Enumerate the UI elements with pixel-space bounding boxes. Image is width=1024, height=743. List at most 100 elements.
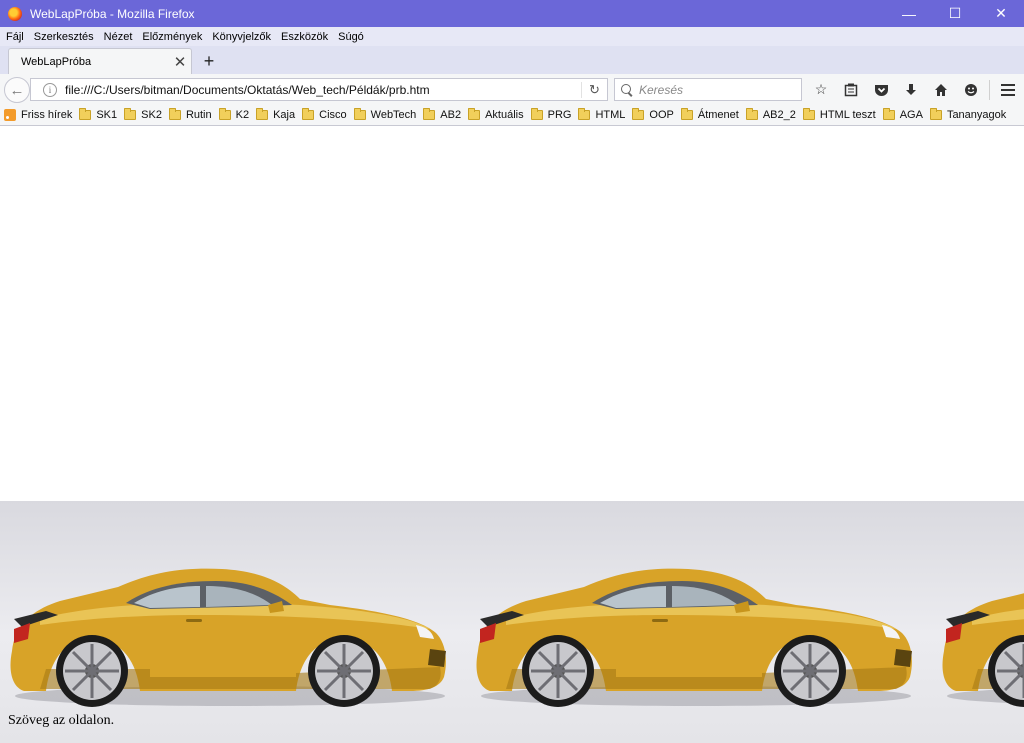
back-button[interactable]: ←: [4, 77, 30, 103]
car-image: [0, 501, 466, 743]
bookmark-label: K2: [235, 108, 250, 121]
folder-icon: [302, 107, 315, 120]
bookmarks-toolbar: Friss hírek SK1 SK2 Rutin K2 Kaja Cisco …: [0, 104, 1024, 126]
menu-edit[interactable]: Szerkesztés: [34, 31, 94, 43]
bookmark-folder[interactable]: Tananyagok: [929, 107, 1007, 121]
bookmark-folder[interactable]: SK1: [79, 107, 118, 121]
search-bar[interactable]: [614, 78, 802, 101]
menu-tools[interactable]: Eszközök: [281, 31, 328, 43]
bookmark-folder[interactable]: AGA: [882, 107, 923, 121]
page-text: Szöveg az oldalon.: [8, 713, 115, 728]
menu-bar: Fájl Szerkesztés Nézet Előzmények Könyvj…: [0, 27, 1024, 46]
bookmark-folder[interactable]: OOP: [632, 107, 674, 121]
folder-icon: [929, 107, 942, 120]
bookmark-label: SK2: [141, 108, 162, 121]
home-icon[interactable]: [926, 78, 956, 101]
firefox-logo-icon: [8, 6, 22, 21]
folder-icon: [353, 107, 366, 120]
close-window-button[interactable]: ✕: [978, 0, 1024, 27]
bookmark-star-icon[interactable]: ☆: [806, 78, 836, 101]
bookmark-folder[interactable]: HTML: [578, 107, 626, 121]
bookmark-label: PRG: [547, 108, 572, 121]
car-banner: [0, 501, 1024, 743]
folder-icon: [802, 107, 815, 120]
menu-icon[interactable]: [993, 78, 1023, 101]
bookmark-folder[interactable]: Cisco: [302, 107, 347, 121]
bookmark-folder[interactable]: PRG: [530, 107, 572, 121]
minimize-button[interactable]: —: [886, 0, 932, 27]
navigation-toolbar: i file:///C:/Users/bitman/Documents/Okta…: [0, 74, 1024, 104]
menu-view[interactable]: Nézet: [104, 31, 133, 43]
folder-icon: [423, 107, 436, 120]
folder-icon: [882, 107, 895, 120]
url-bar[interactable]: i file:///C:/Users/bitman/Documents/Okta…: [30, 78, 608, 101]
reload-icon[interactable]: ↻: [581, 81, 607, 98]
bookmark-label: WebTech: [370, 108, 417, 121]
site-info-icon[interactable]: i: [43, 82, 57, 97]
folder-icon: [468, 107, 481, 120]
reading-list-icon[interactable]: [836, 78, 866, 101]
bookmark-label: HTML teszt: [819, 108, 876, 121]
menu-file[interactable]: Fájl: [6, 31, 24, 43]
bookmark-folder[interactable]: HTML teszt: [802, 107, 876, 121]
bookmark-label: Átmenet: [697, 108, 739, 121]
toolbar-icons: ☆: [806, 78, 1023, 101]
tab-close-icon[interactable]: ✕: [169, 53, 191, 71]
folder-icon: [218, 107, 231, 120]
menu-history[interactable]: Előzmények: [142, 31, 202, 43]
folder-icon: [168, 107, 181, 120]
tab-strip: WebLapPróba ✕ +: [0, 46, 1024, 74]
folder-icon: [632, 107, 645, 120]
bookmark-folder[interactable]: Aktuális: [468, 107, 524, 121]
download-icon[interactable]: [896, 78, 926, 101]
bookmark-item[interactable]: Friss hírek: [4, 108, 73, 121]
bookmark-label: AB2: [440, 108, 462, 121]
search-input[interactable]: [639, 82, 799, 97]
folder-icon: [530, 107, 543, 120]
url-text[interactable]: file:///C:/Users/bitman/Documents/Oktatá…: [65, 83, 581, 97]
window-controls: — ☐ ✕: [886, 0, 1024, 27]
rss-icon: [4, 108, 16, 121]
bookmark-label: AGA: [899, 108, 923, 121]
search-icon: [619, 82, 635, 98]
toolbar-separator: [989, 80, 990, 100]
bookmark-label: Aktuális: [485, 108, 524, 121]
folder-icon: [256, 107, 269, 120]
bookmark-folder[interactable]: AB2_2: [745, 107, 796, 121]
menu-help[interactable]: Súgó: [338, 31, 364, 43]
bookmark-label: Friss hírek: [21, 108, 73, 121]
bookmark-folder[interactable]: Rutin: [168, 107, 212, 121]
bookmark-folder[interactable]: AB2: [423, 107, 462, 121]
bookmark-label: Rutin: [185, 108, 212, 121]
bookmark-label: Tananyagok: [946, 108, 1007, 121]
tab-title: WebLapPróba: [21, 55, 92, 68]
bookmark-folder[interactable]: Kaja: [256, 107, 296, 121]
window-title: WebLapPróba - Mozilla Firefox: [30, 6, 195, 21]
bookmark-label: HTML: [595, 108, 626, 121]
bookmark-label: SK1: [96, 108, 118, 121]
bookmark-folder[interactable]: SK2: [124, 107, 162, 121]
menu-bookmarks[interactable]: Könyvjelzők: [212, 31, 271, 43]
folder-icon: [745, 107, 758, 120]
new-tab-button[interactable]: +: [198, 50, 220, 72]
maximize-button[interactable]: ☐: [932, 0, 978, 27]
folder-icon: [124, 107, 137, 120]
smiley-icon[interactable]: [956, 78, 986, 101]
tab-weblapproba[interactable]: WebLapPróba ✕: [8, 48, 192, 74]
back-arrow-icon: ←: [9, 81, 25, 99]
bookmark-folder[interactable]: WebTech: [353, 107, 417, 121]
page-content: Szöveg az oldalon.: [0, 126, 1024, 743]
bookmark-folder[interactable]: K2: [218, 107, 250, 121]
folder-icon: [680, 107, 693, 120]
bookmark-label: OOP: [649, 108, 674, 121]
folder-icon: [79, 107, 92, 120]
bookmark-label: Kaja: [273, 108, 296, 121]
bookmark-folder[interactable]: Átmenet: [680, 107, 739, 121]
car-image: [932, 501, 1024, 743]
bookmark-label: AB2_2: [762, 108, 796, 121]
car-image: [466, 501, 932, 743]
pocket-icon[interactable]: [866, 78, 896, 101]
bookmark-label: Cisco: [319, 108, 347, 121]
window-titlebar: WebLapPróba - Mozilla Firefox — ☐ ✕: [0, 0, 1024, 27]
folder-icon: [578, 107, 591, 120]
